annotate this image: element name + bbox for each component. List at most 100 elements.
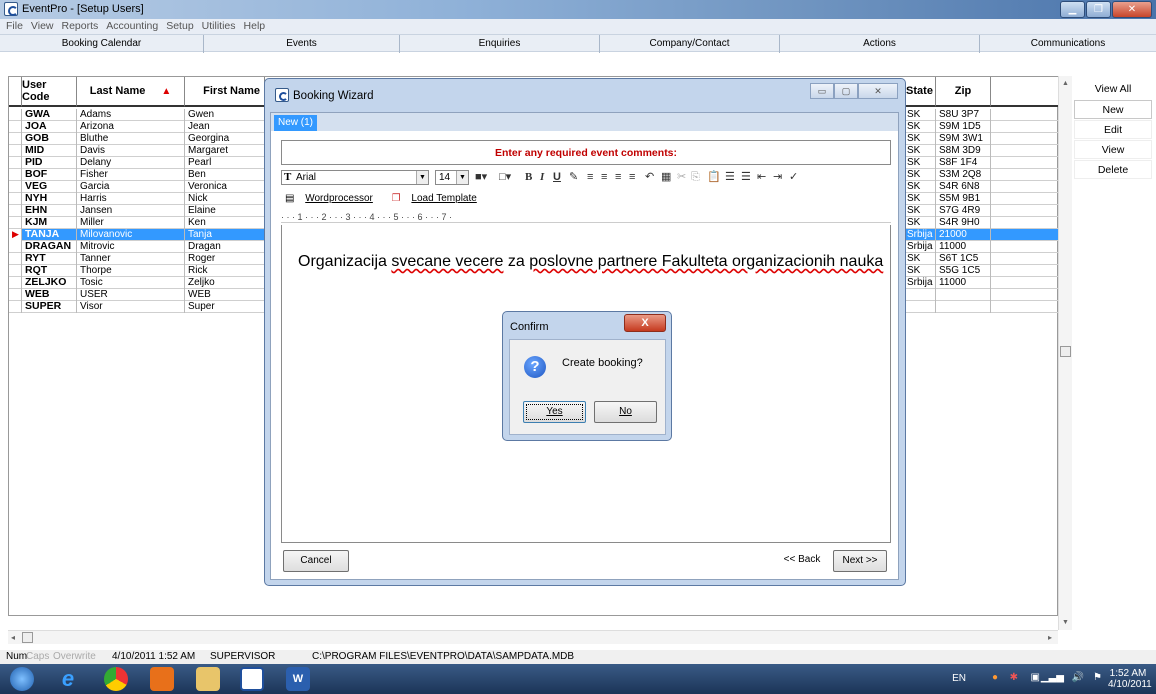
copy-icon[interactable]: ⎘ xyxy=(691,169,700,185)
menu-utilities[interactable]: Utilities xyxy=(202,19,236,34)
row-indicator[interactable] xyxy=(9,169,22,181)
clock[interactable]: 1:52 AM 4/10/2011 xyxy=(1108,668,1152,690)
row-indicator[interactable] xyxy=(9,277,22,289)
font-color-icon[interactable]: ■▾ xyxy=(475,169,487,185)
font-size-select[interactable]: 14 ▼ xyxy=(435,170,469,185)
spelling-check-icon[interactable]: ✓ xyxy=(789,169,798,185)
confirm-close-button[interactable]: X xyxy=(624,314,666,332)
menu-accounting[interactable]: Accounting xyxy=(106,19,158,34)
scroll-right-icon[interactable]: ▸ xyxy=(1048,633,1052,642)
col-header-zip[interactable]: Zip xyxy=(936,77,991,107)
align-left-icon[interactable]: ≡ xyxy=(587,169,593,185)
cancel-button[interactable]: Cancel xyxy=(283,550,349,572)
signal-icon[interactable]: ▁▃▅ xyxy=(1041,672,1064,683)
row-indicator[interactable] xyxy=(9,181,22,193)
row-indicator[interactable] xyxy=(9,121,22,133)
underline-icon[interactable]: U xyxy=(553,169,561,185)
back-button[interactable]: << Back xyxy=(776,550,828,572)
numbering-icon[interactable]: ☰ xyxy=(741,169,751,185)
scroll-thumb[interactable] xyxy=(1060,346,1071,357)
row-indicator[interactable] xyxy=(9,145,22,157)
no-button[interactable]: No xyxy=(594,401,657,423)
wordprocessor-button[interactable]: ▤ Wordprocessor xyxy=(285,193,381,204)
row-indicator[interactable] xyxy=(9,205,22,217)
row-indicator[interactable] xyxy=(9,241,22,253)
paste-icon[interactable]: 📋 xyxy=(707,169,721,185)
scroll-left-icon[interactable]: ◂ xyxy=(11,633,15,642)
tray-network-icon[interactable]: ▣ xyxy=(1031,672,1040,683)
menu-reports[interactable]: Reports xyxy=(62,19,99,34)
nav-events[interactable]: Events xyxy=(204,35,400,53)
row-indicator[interactable] xyxy=(9,133,22,145)
word-icon[interactable]: W xyxy=(286,667,310,691)
bold-icon[interactable]: B xyxy=(525,169,532,185)
minimize-button[interactable]: ▁ xyxy=(1060,1,1085,18)
nav-actions[interactable]: Actions xyxy=(780,35,980,53)
action-center-flag-icon[interactable]: ⚑ xyxy=(1093,672,1102,683)
nav-communications[interactable]: Communications xyxy=(980,35,1156,53)
row-indicator[interactable] xyxy=(9,289,22,301)
indent-icon[interactable]: ⇥ xyxy=(773,169,782,185)
insert-table-icon[interactable]: ▦ xyxy=(661,169,671,185)
close-button[interactable]: ✕ xyxy=(1112,1,1152,18)
highlight-color-icon[interactable]: □▾ xyxy=(499,169,511,185)
col-header-last-name[interactable]: Last Name ▲ xyxy=(77,77,185,107)
volume-icon[interactable]: 🔊 xyxy=(1072,672,1084,683)
justify-icon[interactable]: ≡ xyxy=(629,169,635,185)
scroll-down-icon[interactable]: ▼ xyxy=(1062,619,1069,626)
font-family-select[interactable]: T Arial ▼ xyxy=(281,170,429,185)
col-header-first-name[interactable]: First Name xyxy=(185,77,265,107)
undo-icon[interactable]: ↶ xyxy=(645,169,654,185)
menu-file[interactable]: File xyxy=(6,19,23,34)
grid-vertical-scrollbar[interactable]: ▲ ▼ xyxy=(1058,76,1072,630)
cut-icon[interactable]: ✂ xyxy=(677,169,686,185)
wizard-minimize-button[interactable]: ▭ xyxy=(810,83,834,99)
italic-icon[interactable]: I xyxy=(540,169,544,185)
row-indicator[interactable] xyxy=(9,193,22,205)
col-header-user-code[interactable]: User Code xyxy=(22,77,77,107)
delete-button[interactable]: Delete xyxy=(1074,160,1152,179)
wizard-maximize-button[interactable]: ▢ xyxy=(834,83,858,99)
menu-view[interactable]: View xyxy=(31,19,54,34)
start-button-icon[interactable] xyxy=(10,667,34,691)
row-indicator[interactable] xyxy=(9,253,22,265)
restore-button[interactable]: ❐ xyxy=(1086,1,1111,18)
scroll-up-icon[interactable]: ▲ xyxy=(1062,80,1069,87)
grid-horizontal-scrollbar[interactable]: ◂ ▸ xyxy=(8,630,1058,644)
menu-help[interactable]: Help xyxy=(244,19,266,34)
row-indicator[interactable] xyxy=(9,217,22,229)
align-center-icon[interactable]: ≡ xyxy=(601,169,607,185)
view-button[interactable]: View xyxy=(1074,140,1152,159)
yes-button[interactable]: Yes xyxy=(523,401,586,423)
row-indicator[interactable] xyxy=(9,157,22,169)
outdent-icon[interactable]: ⇤ xyxy=(757,169,766,185)
tray-antivirus-icon[interactable]: ✱ xyxy=(1010,672,1018,683)
folder-icon[interactable] xyxy=(196,667,220,691)
edit-button[interactable]: Edit xyxy=(1074,120,1152,139)
new-button[interactable]: New xyxy=(1074,100,1152,119)
row-indicator[interactable] xyxy=(9,109,22,121)
load-template-button[interactable]: ❐ Load Template xyxy=(392,193,485,204)
next-button[interactable]: Next >> xyxy=(833,550,887,572)
tray-app-icon[interactable]: ● xyxy=(992,672,998,683)
nav-booking-calendar[interactable]: Booking Calendar xyxy=(0,35,204,53)
hscroll-thumb[interactable] xyxy=(22,632,33,643)
nav-company-contact[interactable]: Company/Contact xyxy=(600,35,780,53)
tab-new-booking[interactable]: New (1) xyxy=(274,115,318,131)
eventpro-taskbar-icon[interactable] xyxy=(240,667,264,691)
col-header-state[interactable]: State xyxy=(904,77,936,107)
row-indicator[interactable] xyxy=(9,265,22,277)
nav-enquiries[interactable]: Enquiries xyxy=(400,35,600,53)
row-indicator[interactable]: ▶ xyxy=(9,229,22,241)
menu-setup[interactable]: Setup xyxy=(166,19,193,34)
bullets-icon[interactable]: ☰ xyxy=(725,169,735,185)
internet-explorer-icon[interactable]: e xyxy=(56,667,80,691)
language-indicator[interactable]: EN xyxy=(952,673,966,684)
align-right-icon[interactable]: ≡ xyxy=(615,169,621,185)
spellcheck-icon[interactable]: ✎ xyxy=(569,169,578,185)
media-player-icon[interactable] xyxy=(150,667,174,691)
row-indicator[interactable] xyxy=(9,301,22,313)
chrome-icon[interactable] xyxy=(104,667,128,691)
view-all-button[interactable]: View All xyxy=(1074,80,1152,99)
wizard-close-button[interactable]: ✕ xyxy=(858,83,898,99)
